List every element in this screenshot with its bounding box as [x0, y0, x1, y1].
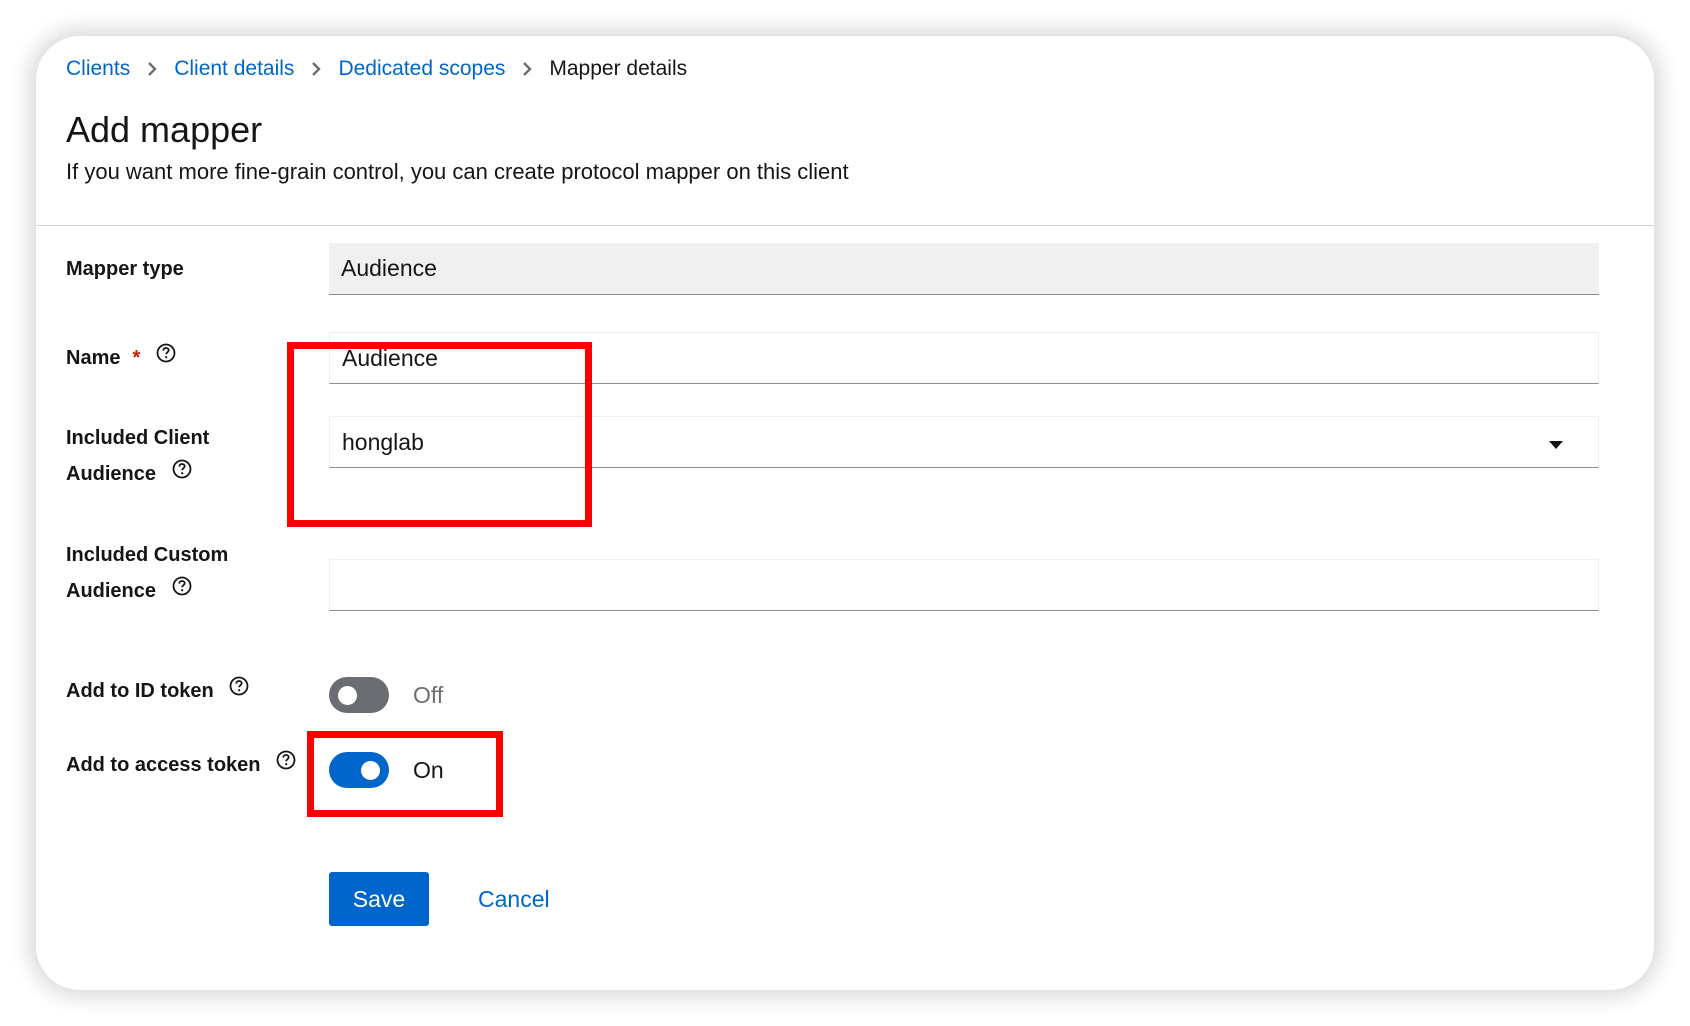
add-to-access-token-row: On — [329, 752, 444, 788]
chevron-right-icon — [505, 51, 549, 87]
mapper-type-label: Mapper type — [66, 251, 184, 287]
mapper-type-value: Audience — [341, 255, 437, 281]
name-label: Name * — [66, 340, 176, 376]
included-client-audience-label: Included Client Audience — [66, 420, 209, 492]
chevron-right-icon — [294, 51, 338, 87]
help-circle-icon[interactable] — [276, 746, 296, 782]
breadcrumb-clients[interactable]: Clients — [66, 51, 130, 87]
help-circle-icon[interactable] — [172, 455, 192, 491]
included-client-audience-select[interactable]: honglab — [329, 416, 1599, 468]
mapper-type-label-text: Mapper type — [66, 258, 184, 280]
included-custom-audience-label: Included Custom Audience — [66, 537, 228, 609]
mapper-details-card: Clients Client details Dedicated scopes … — [36, 36, 1654, 990]
name-input[interactable] — [329, 332, 1599, 384]
add-to-id-token-state: Off — [413, 681, 444, 708]
cancel-button[interactable]: Cancel — [466, 872, 562, 926]
add-to-id-token-row: Off — [329, 677, 443, 713]
add-to-id-token-switch[interactable] — [329, 677, 389, 713]
breadcrumb-dedicated-scopes[interactable]: Dedicated scopes — [338, 51, 505, 87]
included-custom-audience-label-line2: Audience — [66, 580, 157, 602]
add-to-access-token-label-text: Add to access token — [66, 754, 261, 776]
breadcrumb-client-details[interactable]: Client details — [174, 51, 294, 87]
page-description: If you want more fine-grain control, you… — [66, 159, 849, 184]
add-to-id-token-label: Add to ID token — [66, 673, 249, 709]
name-label-text: Name — [66, 347, 121, 369]
save-button[interactable]: Save — [329, 872, 429, 926]
included-custom-audience-label-line1: Included Custom — [66, 544, 229, 566]
page-title: Add mapper — [66, 109, 263, 150]
page-header: Clients Client details Dedicated scopes … — [36, 36, 1654, 226]
required-asterisk: * — [132, 347, 141, 369]
breadcrumb: Clients Client details Dedicated scopes … — [66, 51, 687, 87]
included-client-audience-value: honglab — [342, 428, 424, 455]
add-to-id-token-label-text: Add to ID token — [66, 680, 214, 702]
add-to-access-token-state: On — [413, 756, 444, 783]
included-custom-audience-label-line2-row: Audience — [66, 573, 228, 609]
chevron-right-icon — [130, 51, 174, 87]
help-circle-icon[interactable] — [172, 572, 192, 608]
switch-knob — [361, 761, 380, 780]
included-client-audience-label-line2-row: Audience — [66, 456, 209, 492]
help-circle-icon[interactable] — [229, 672, 249, 708]
mapper-type-field: Audience — [329, 243, 1599, 295]
breadcrumb-current: Mapper details — [549, 57, 688, 80]
switch-knob — [338, 686, 357, 705]
caret-down-icon — [1548, 429, 1564, 456]
included-client-audience-label-line2: Audience — [66, 463, 157, 485]
add-to-access-token-switch[interactable] — [329, 752, 389, 788]
add-to-access-token-label: Add to access token — [66, 747, 296, 783]
included-custom-audience-input[interactable] — [329, 559, 1599, 611]
included-client-audience-label-line1: Included Client — [66, 427, 210, 449]
help-circle-icon[interactable] — [156, 339, 176, 375]
